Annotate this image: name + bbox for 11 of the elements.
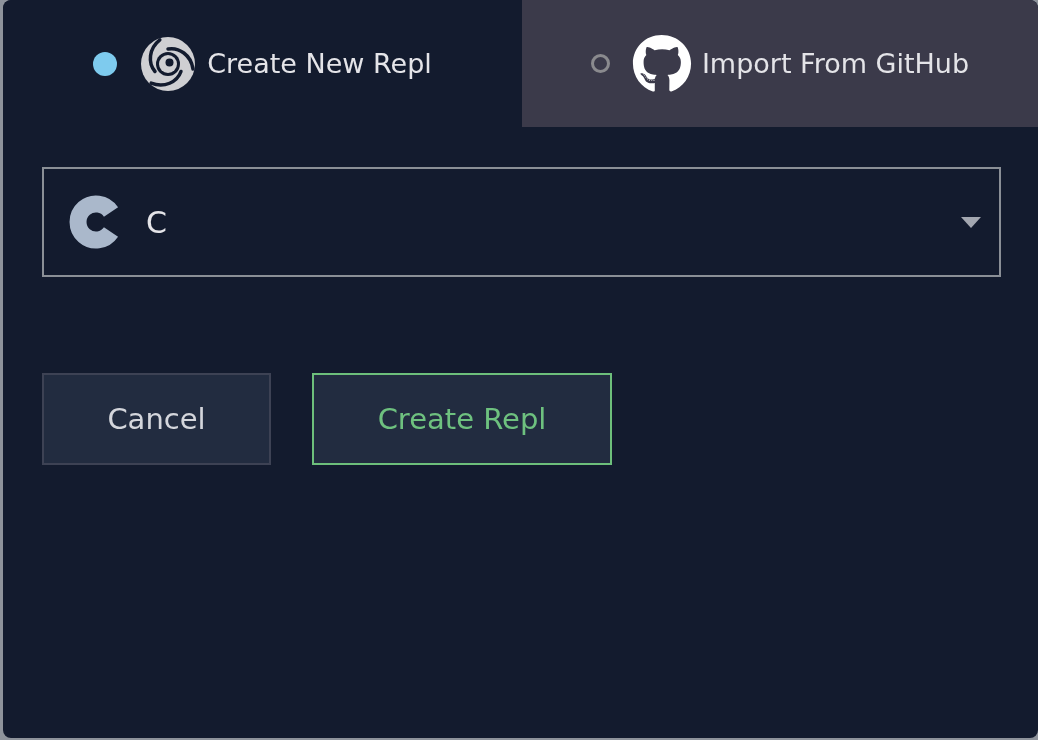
select-value: C <box>146 204 168 240</box>
radio-icon <box>590 54 610 73</box>
tab[interactable]: Import From GitHub <box>522 0 1038 127</box>
github-icon <box>631 33 692 94</box>
caret-icon <box>961 216 981 228</box>
cancel-button[interactable]: Cancel <box>42 373 271 465</box>
c-letter-icon <box>67 195 119 249</box>
language-select[interactable]: C <box>42 167 1001 277</box>
swirl-icon <box>139 34 198 93</box>
radio-icon <box>93 51 118 76</box>
create-button[interactable]: Create Repl <box>312 373 612 465</box>
